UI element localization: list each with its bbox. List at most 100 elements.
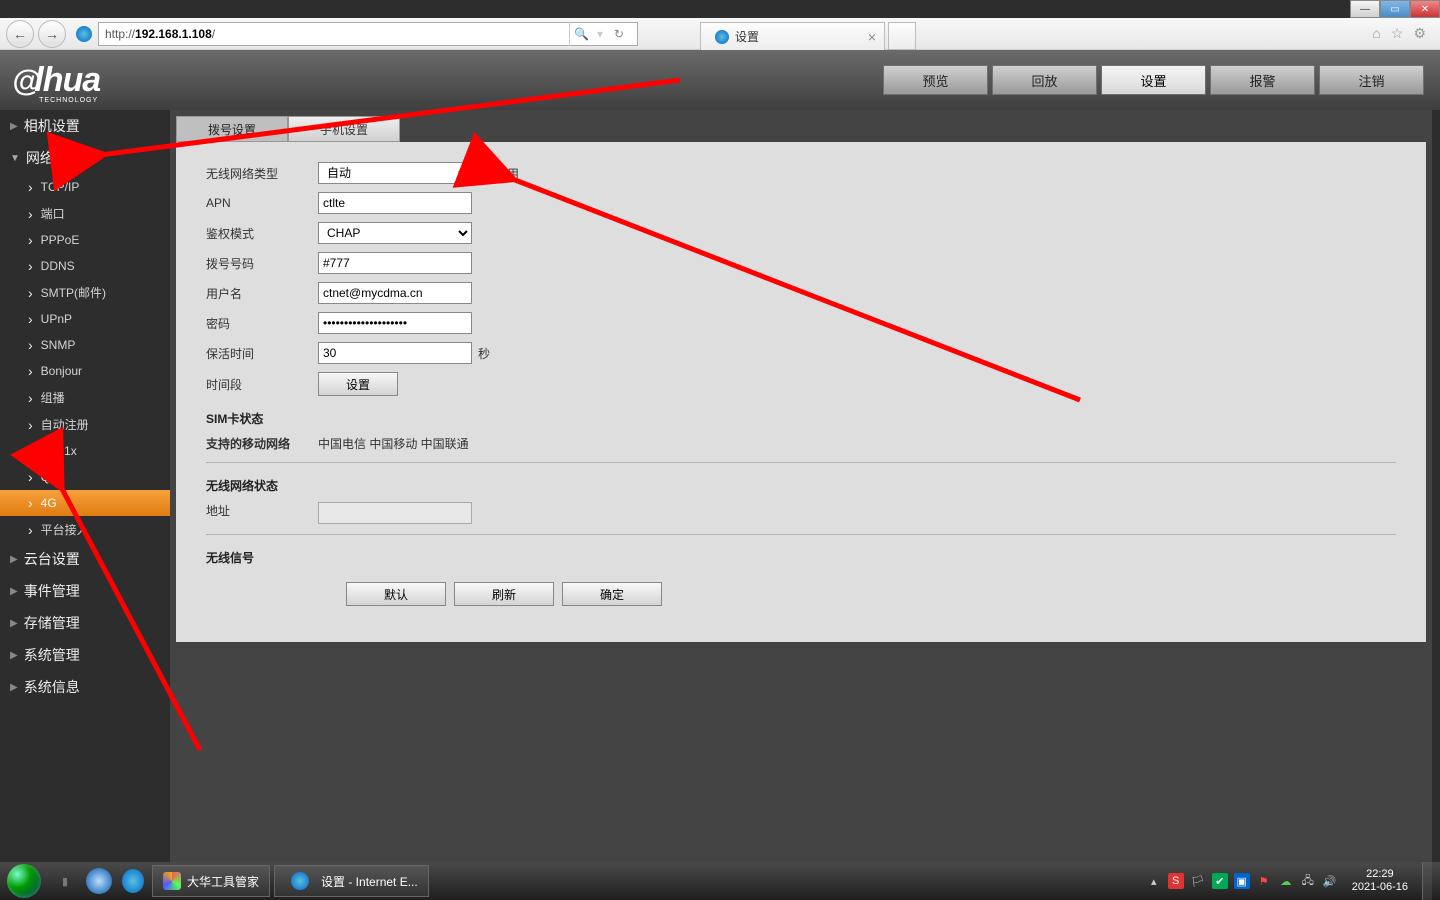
- sidebar-item-组播[interactable]: 组播: [0, 384, 170, 411]
- user-label: 用户名: [206, 285, 318, 302]
- ie-icon: [715, 30, 729, 44]
- windows-orb-icon: [7, 864, 41, 898]
- tab-close-button[interactable]: ×: [868, 29, 876, 45]
- clock-time: 22:29: [1352, 868, 1408, 881]
- show-desktop-button[interactable]: [1422, 862, 1432, 900]
- wireless-state-title: 无线网络状态: [206, 477, 1396, 494]
- time-set-button[interactable]: 设置: [318, 372, 398, 396]
- user-input[interactable]: [318, 282, 472, 304]
- browser-quick-icon[interactable]: [82, 864, 116, 898]
- task-app1-label: 大华工具管家: [187, 873, 259, 890]
- window-close-button[interactable]: ✕: [1410, 0, 1440, 18]
- home-icon[interactable]: ⌂: [1372, 25, 1380, 42]
- tray-up-icon[interactable]: ▴: [1146, 873, 1162, 889]
- url-host: 192.168.1.108: [135, 27, 212, 41]
- sidebar-item-平台接入[interactable]: 平台接入: [0, 516, 170, 543]
- sidebar-item-DDNS[interactable]: DDNS: [0, 253, 170, 279]
- tray-net-icon[interactable]: 🖧: [1300, 873, 1316, 889]
- browser-tab[interactable]: 设置 ×: [700, 22, 885, 50]
- ok-button[interactable]: 确定: [562, 582, 662, 606]
- ie-quick-icon[interactable]: [116, 864, 150, 898]
- sidebar-item-端口[interactable]: 端口: [0, 200, 170, 227]
- topnav-1[interactable]: 回放: [992, 65, 1097, 95]
- tray-pin-icon[interactable]: ⚑: [1256, 873, 1272, 889]
- new-tab-button[interactable]: [888, 22, 916, 50]
- sidebar-item-自动注册[interactable]: 自动注册: [0, 411, 170, 438]
- dial-input[interactable]: [318, 252, 472, 274]
- refresh-button[interactable]: 刷新: [454, 582, 554, 606]
- sidebar-group-3[interactable]: ▶事件管理: [0, 575, 170, 607]
- sidebar-group-2[interactable]: ▶云台设置: [0, 543, 170, 575]
- tray-wechat-icon[interactable]: ☁: [1278, 873, 1294, 889]
- enable-label: 启用: [495, 165, 519, 182]
- enable-checkbox[interactable]: [477, 166, 491, 180]
- sidebar-group-0[interactable]: ▶相机设置: [0, 110, 170, 142]
- sidebar-item-802.1x[interactable]: 802.1x: [0, 438, 170, 464]
- url-prefix: http://: [105, 27, 135, 41]
- supported-net-value: 中国电信 中国移动 中国联通: [318, 435, 469, 452]
- addr-label: 地址: [206, 502, 318, 524]
- sidebar-item-SMTP(邮件)[interactable]: SMTP(邮件): [0, 279, 170, 306]
- tray-vol-icon[interactable]: 🔊: [1322, 873, 1338, 889]
- clock-date: 2021-06-16: [1352, 881, 1408, 894]
- pass-input[interactable]: [318, 312, 472, 334]
- tray-shield-icon[interactable]: ✔: [1212, 873, 1228, 889]
- window-maximize-button[interactable]: ▭: [1380, 0, 1410, 18]
- net-type-select[interactable]: 自动: [318, 162, 472, 184]
- refresh-icon[interactable]: ↻: [607, 22, 631, 46]
- auth-label: 鉴权模式: [206, 225, 318, 242]
- sim-status-title: SIM卡状态: [206, 410, 1396, 427]
- sidebar-item-SNMP[interactable]: SNMP: [0, 332, 170, 358]
- sidebar-item-4G[interactable]: 4G: [0, 490, 170, 516]
- sidebar-group-6[interactable]: ▶系统信息: [0, 671, 170, 703]
- content-tab-0[interactable]: 拨号设置: [176, 116, 288, 142]
- tab-title: 设置: [735, 28, 759, 45]
- address-bar[interactable]: http://192.168.1.108/ 🔍 ▾ ↻: [98, 22, 638, 46]
- url-suffix: /: [212, 27, 215, 41]
- auth-select[interactable]: CHAP: [318, 222, 472, 244]
- sidebar: ▶相机设置▼网络设置TCP/IP端口PPPoEDDNSSMTP(邮件)UPnPS…: [0, 110, 170, 862]
- tray-blue-icon[interactable]: ▣: [1234, 873, 1250, 889]
- taskbar-clock[interactable]: 22:29 2021-06-16: [1344, 868, 1416, 894]
- ie-icon: [76, 26, 92, 42]
- sidebar-group-1[interactable]: ▼网络设置: [0, 142, 170, 174]
- dial-label: 拨号号码: [206, 255, 318, 272]
- main-content: 拨号设置手机设置 无线网络类型 自动 启用 APN 鉴权模式CHAP 拨号号码 …: [170, 110, 1432, 862]
- task-app2-label: 设置 - Internet E...: [321, 873, 418, 890]
- sidebar-group-4[interactable]: ▶存储管理: [0, 607, 170, 639]
- default-button[interactable]: 默认: [346, 582, 446, 606]
- topnav-3[interactable]: 报警: [1210, 65, 1315, 95]
- supported-net-label: 支持的移动网络: [206, 435, 318, 452]
- topnav-0[interactable]: 预览: [883, 65, 988, 95]
- window-minimize-button[interactable]: —: [1350, 0, 1380, 18]
- nav-forward-button[interactable]: →: [38, 20, 66, 48]
- search-icon[interactable]: 🔍: [569, 22, 593, 46]
- favorite-icon[interactable]: ☆: [1391, 25, 1404, 42]
- keep-input[interactable]: [318, 342, 472, 364]
- keep-unit: 秒: [478, 345, 490, 362]
- sidebar-item-QoS[interactable]: QoS: [0, 464, 170, 490]
- topnav-2[interactable]: 设置: [1101, 65, 1206, 95]
- gear-icon[interactable]: ⚙: [1413, 25, 1426, 42]
- app1-icon: [163, 872, 181, 890]
- sidebar-group-5[interactable]: ▶系统管理: [0, 639, 170, 671]
- time-label: 时间段: [206, 376, 318, 393]
- tray-sogou-icon[interactable]: S: [1168, 873, 1184, 889]
- start-button[interactable]: [0, 862, 48, 900]
- close-icon: ✕: [1421, 4, 1429, 15]
- task-app1[interactable]: 大华工具管家: [152, 865, 270, 897]
- sidebar-item-Bonjour[interactable]: Bonjour: [0, 358, 170, 384]
- nav-back-button[interactable]: ←: [6, 20, 34, 48]
- ie-icon: [291, 872, 309, 890]
- pass-label: 密码: [206, 315, 318, 332]
- taskbar: ▮ 大华工具管家 设置 - Internet E... ▴ S 🏳 ✔ ▣ ⚑ …: [0, 862, 1440, 900]
- sidebar-item-UPnP[interactable]: UPnP: [0, 306, 170, 332]
- minimize-icon: —: [1360, 4, 1370, 15]
- task-app2[interactable]: 设置 - Internet E...: [274, 865, 429, 897]
- sidebar-item-PPPoE[interactable]: PPPoE: [0, 227, 170, 253]
- topnav-4[interactable]: 注销: [1319, 65, 1424, 95]
- content-tab-1[interactable]: 手机设置: [288, 116, 400, 142]
- tray-action-icon[interactable]: 🏳: [1190, 873, 1206, 889]
- sidebar-item-TCP/IP[interactable]: TCP/IP: [0, 174, 170, 200]
- apn-input[interactable]: [318, 192, 472, 214]
